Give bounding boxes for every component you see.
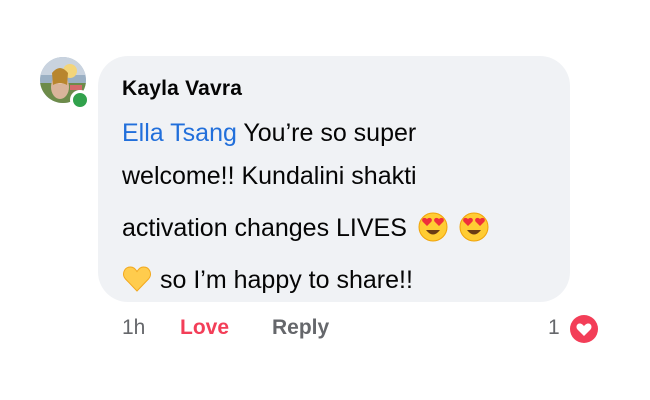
heart-eyes-emoji (459, 212, 489, 242)
comment-text: Ella Tsang You’re so super welcome!! Kun… (122, 112, 562, 302)
love-button[interactable]: Love (180, 316, 229, 340)
reply-button[interactable]: Reply (272, 316, 329, 340)
reaction-count[interactable]: 1 (548, 316, 560, 340)
comment-line-4: so I’m happy to share!! (122, 259, 562, 302)
comment-line-1: Ella Tsang You’re so super (122, 112, 562, 155)
comment-line-2: welcome!! Kundalini shakti (122, 162, 417, 190)
mention-link[interactable]: Ella Tsang (122, 119, 237, 147)
heart-eyes-emoji (418, 212, 448, 242)
comment-text-segment-1: You’re so super (236, 119, 417, 147)
comment-text-segment-3: activation changes LIVES (122, 214, 407, 242)
online-status-indicator (70, 90, 90, 110)
comment-timestamp[interactable]: 1h (122, 316, 145, 340)
comment-line-3: activation changes LIVES (122, 207, 562, 250)
yellow-heart-emoji (122, 264, 152, 294)
comment-author-name[interactable]: Kayla Vavra (122, 77, 242, 101)
love-reaction-icon[interactable] (568, 313, 600, 345)
comment-text-segment-4: so I’m happy to share!! (160, 266, 413, 294)
